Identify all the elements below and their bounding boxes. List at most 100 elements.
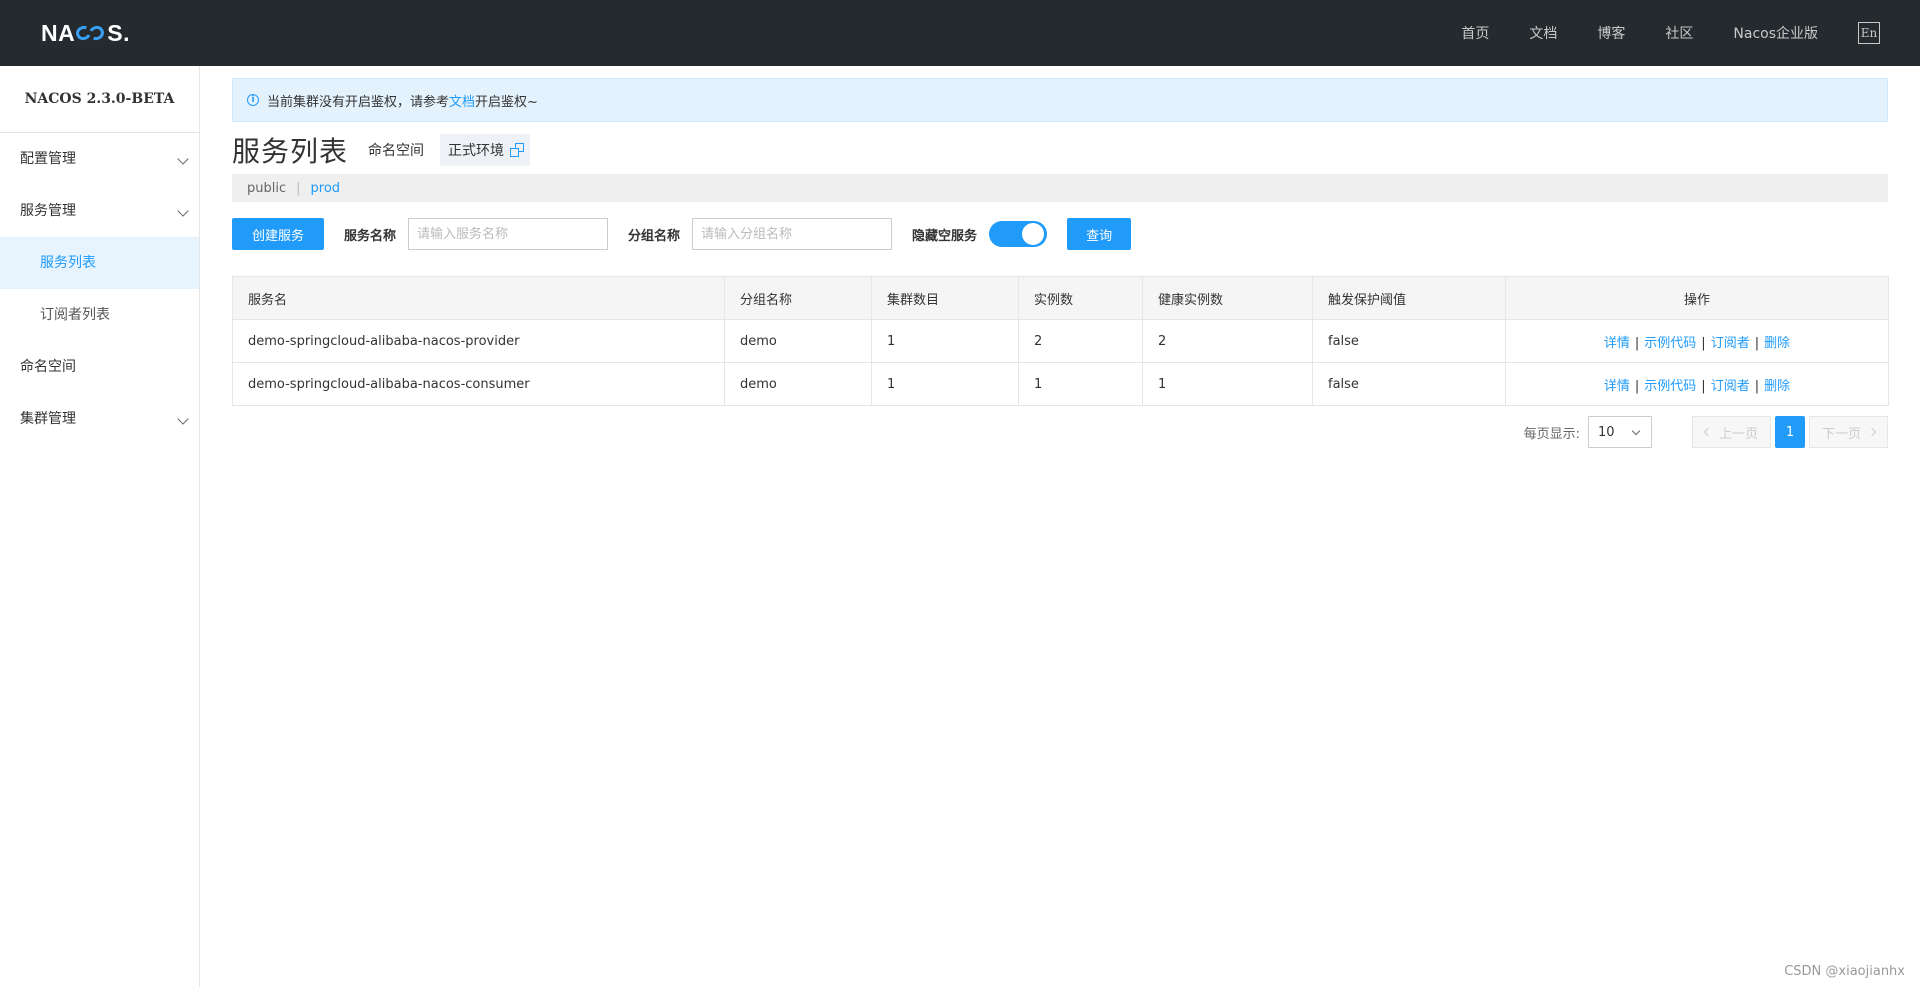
service-name-cell: demo-springcloud-alibaba-nacos-consumer [232, 362, 725, 406]
namespace-separator: | [296, 180, 301, 196]
auth-notice: i 当前集群没有开启鉴权，请参考 文档 开启鉴权~ [232, 78, 1888, 122]
prev-page-button[interactable]: 上一页 [1691, 416, 1771, 448]
column-header: 健康实例数 [1142, 276, 1313, 320]
group-name-cell: demo [724, 319, 872, 363]
op-separator: | [1701, 335, 1706, 351]
copy-icon[interactable] [510, 143, 525, 157]
nav-community-link[interactable]: 社区 [1665, 23, 1693, 43]
healthy-count-cell: 1 [1142, 362, 1313, 406]
sidebar-item-cluster-management[interactable]: 集群管理 [0, 393, 199, 445]
chevron-down-icon [177, 413, 189, 425]
logo-infinity-icon [74, 23, 107, 43]
op-separator: | [1701, 378, 1706, 394]
operations-cell: 详情 | 示例代码 | 订阅者 | 删除 [1505, 362, 1889, 406]
group-name-input[interactable] [692, 218, 893, 250]
chevron-down-icon [1631, 426, 1641, 436]
prev-page-label: 上一页 [1718, 426, 1758, 442]
notice-text-suffix: 开启鉴权~ [475, 94, 538, 110]
sidebar-item-label: 服务管理 [20, 203, 76, 219]
create-service-button[interactable]: 创建服务 [232, 218, 325, 250]
column-header: 触发保护阈值 [1312, 276, 1506, 320]
healthy-count-cell: 2 [1142, 319, 1313, 363]
title-row: 服务列表 命名空间 正式环境 [232, 130, 531, 170]
sidebar-item-label: 集群管理 [20, 411, 76, 427]
next-page-label: 下一页 [1821, 426, 1861, 442]
service-name-cell: demo-springcloud-alibaba-nacos-provider [232, 319, 725, 363]
current-namespace: 正式环境 [440, 134, 531, 166]
nav-docs-link[interactable]: 文档 [1529, 23, 1557, 43]
namespace-prod[interactable]: prod [311, 181, 341, 196]
column-header: 实例数 [1018, 276, 1143, 320]
delete-link[interactable]: 删除 [1764, 336, 1790, 351]
sidebar: NACOS 2.3.0-BETA 配置管理 服务管理 服务列表 订阅者列表 命名… [0, 66, 200, 987]
page-size-label: 每页显示: [1523, 426, 1580, 442]
query-button[interactable]: 查询 [1067, 218, 1132, 250]
sidebar-item-label: 服务列表 [40, 255, 96, 271]
language-switch-button[interactable]: En [1858, 22, 1880, 44]
page-size-select[interactable]: 10 [1587, 416, 1652, 448]
sidebar-item-subscriber-list[interactable]: 订阅者列表 [0, 289, 199, 341]
column-header: 操作 [1505, 276, 1889, 320]
notice-docs-link[interactable]: 文档 [449, 91, 475, 110]
op-separator: | [1634, 335, 1640, 351]
sidebar-item-label: 命名空间 [20, 359, 76, 375]
namespace-public[interactable]: public [247, 181, 286, 196]
detail-link[interactable]: 详情 [1604, 336, 1630, 351]
group-name-cell: demo [724, 362, 872, 406]
column-header: 服务名 [232, 276, 725, 320]
sample-code-link[interactable]: 示例代码 [1644, 336, 1696, 351]
sidebar-item-service-list[interactable]: 服务列表 [0, 237, 199, 289]
table-row: demo-springcloud-alibaba-nacos-consumer … [232, 362, 1889, 406]
chevron-left-icon [1703, 427, 1713, 437]
cluster-count-cell: 1 [871, 362, 1019, 406]
sidebar-item-namespace[interactable]: 命名空间 [0, 341, 199, 393]
top-navbar: NA S. 首页 文档 博客 社区 Nacos企业版 En [0, 0, 1920, 66]
version-label: NACOS 2.3.0-BETA [0, 66, 199, 133]
sidebar-item-label: 订阅者列表 [40, 307, 110, 323]
hide-empty-label: 隐藏空服务 [912, 228, 978, 244]
protect-threshold-cell: false [1312, 362, 1506, 406]
filter-bar: 创建服务 服务名称 分组名称 隐藏空服务 查询 [232, 217, 1132, 251]
nav-enterprise-link[interactable]: Nacos企业版 [1733, 23, 1818, 43]
service-name-input[interactable] [408, 218, 609, 250]
detail-link[interactable]: 详情 [1604, 379, 1630, 394]
pagination: 每页显示: 10 上一页 1 下一页 [1524, 415, 1888, 449]
chevron-down-icon [177, 153, 189, 165]
column-header: 分组名称 [724, 276, 872, 320]
next-page-button[interactable]: 下一页 [1808, 416, 1888, 448]
sidebar-item-service-management[interactable]: 服务管理 [0, 185, 199, 237]
page-title: 服务列表 [232, 135, 349, 168]
current-namespace-name: 正式环境 [448, 143, 505, 159]
logo-text-start: NA [41, 19, 76, 46]
notice-text-prefix: 当前集群没有开启鉴权，请参考 [267, 94, 450, 110]
op-separator: | [1634, 378, 1640, 394]
delete-link[interactable]: 删除 [1764, 379, 1790, 394]
table-header-row: 服务名 分组名称 集群数目 实例数 健康实例数 触发保护阈值 操作 [232, 276, 1889, 320]
instance-count-cell: 1 [1018, 362, 1143, 406]
sample-code-link[interactable]: 示例代码 [1644, 379, 1696, 394]
op-separator: | [1754, 378, 1760, 394]
page-size-value: 10 [1597, 424, 1615, 440]
service-name-label: 服务名称 [344, 228, 397, 244]
subscribers-link[interactable]: 订阅者 [1711, 379, 1750, 394]
table-row: demo-springcloud-alibaba-nacos-provider … [232, 319, 1889, 363]
subscribers-link[interactable]: 订阅者 [1711, 336, 1750, 351]
protect-threshold-cell: false [1312, 319, 1506, 363]
top-nav: 首页 文档 博客 社区 Nacos企业版 En [1421, 0, 1880, 66]
op-separator: | [1754, 335, 1760, 351]
column-header: 集群数目 [871, 276, 1019, 320]
sidebar-item-config-management[interactable]: 配置管理 [0, 133, 199, 185]
nav-blog-link[interactable]: 博客 [1597, 23, 1625, 43]
group-name-label: 分组名称 [628, 228, 681, 244]
nacos-logo[interactable]: NA S. [41, 18, 130, 48]
chevron-down-icon [177, 205, 189, 217]
nav-home-link[interactable]: 首页 [1461, 23, 1489, 43]
sidebar-item-label: 配置管理 [20, 151, 76, 167]
hide-empty-toggle[interactable] [989, 221, 1048, 247]
page-number-current[interactable]: 1 [1774, 416, 1805, 448]
namespace-bar: public | prod [232, 174, 1888, 202]
service-table: 服务名 分组名称 集群数目 实例数 健康实例数 触发保护阈值 操作 demo-s… [232, 276, 1889, 406]
namespace-label: 命名空间 [368, 143, 425, 159]
logo-text-end: S. [107, 19, 130, 46]
instance-count-cell: 2 [1018, 319, 1143, 363]
